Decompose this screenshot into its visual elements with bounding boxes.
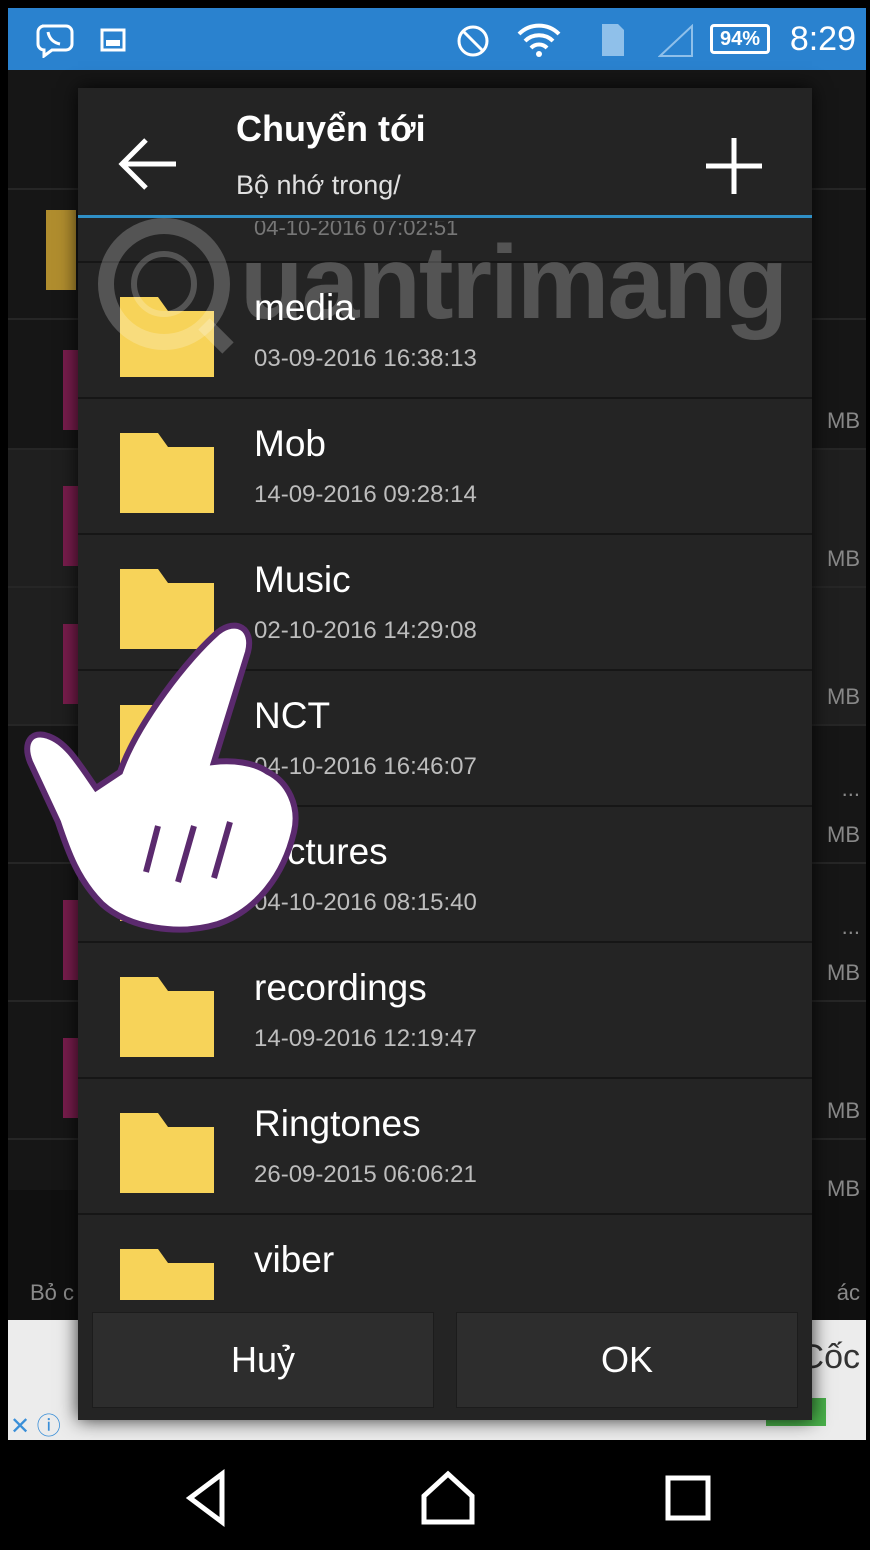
file-date: 04-10-2016 16:46:07 [254,753,477,780]
dialog-header: Chuyển tới Bộ nhớ trong/ [78,88,812,218]
file-name: viber [254,1239,335,1280]
folder-icon [120,569,214,649]
file-date: 02-10-2016 14:29:08 [254,617,477,644]
folder-icon [120,297,214,377]
folder-list[interactable]: 04-10-2016 07:02:51 media 03-09-2016 16:… [78,221,812,1301]
home-icon[interactable] [418,1468,478,1528]
status-bar: 94% 8:29 [8,8,866,70]
back-icon[interactable] [178,1468,238,1528]
file-date: 14-09-2016 09:28:14 [254,481,477,508]
navigation-bar [8,1440,866,1550]
ok-button[interactable]: OK [456,1312,798,1408]
list-item[interactable]: Mob 14-09-2016 09:28:14 [78,399,812,535]
file-date: 04-10-2016 08:15:40 [254,889,477,916]
folder-icon [120,977,214,1057]
file-name: NCT [254,695,331,736]
folder-icon [120,1249,214,1301]
folder-icon [120,705,214,785]
wifi-icon [517,23,561,57]
do-not-disturb-icon [457,25,489,57]
image-notification-icon [100,28,126,52]
list-item[interactable]: viber [78,1215,812,1301]
current-path: Bộ nhớ trong/ [236,170,401,200]
file-name: Music [254,559,351,600]
file-name: Ringtones [254,1103,421,1144]
recents-icon[interactable] [658,1468,718,1528]
new-folder-plus-icon[interactable] [704,136,764,196]
list-item[interactable]: recordings 14-09-2016 12:19:47 [78,943,812,1079]
list-item[interactable]: NCT 04-10-2016 16:46:07 [78,671,812,807]
folder-icon [120,841,214,921]
signal-icon [658,24,693,57]
move-to-dialog: Chuyển tới Bộ nhớ trong/ 04-10-2016 07:0… [78,88,812,1420]
file-name: Pictures [254,831,388,872]
file-date: 04-10-2016 07:02:51 [254,221,459,240]
back-arrow-icon[interactable] [118,136,180,192]
file-name: media [254,287,355,328]
list-item[interactable]: media 03-09-2016 16:38:13 [78,263,812,399]
list-item[interactable]: Pictures 04-10-2016 08:15:40 [78,807,812,943]
file-date: 14-09-2016 12:19:47 [254,1025,477,1052]
sim-icon [602,24,624,56]
list-item[interactable]: Ringtones 26-09-2015 06:06:21 [78,1079,812,1215]
viber-icon [36,24,74,58]
cancel-button[interactable]: Huỷ [92,1312,434,1408]
ad-close-icon[interactable]: ✕ ⓘ [10,1406,61,1440]
file-date: 26-09-2015 06:06:21 [254,1161,477,1188]
folder-icon [120,433,214,513]
clock: 8:29 [789,20,856,58]
file-name: recordings [254,967,427,1008]
file-name: Mob [254,423,326,464]
list-item[interactable]: Music 02-10-2016 14:29:08 [78,535,812,671]
dialog-title: Chuyển tới [236,108,426,149]
list-item[interactable]: 04-10-2016 07:02:51 [78,221,812,263]
dialog-footer: Huỷ OK [78,1300,812,1420]
file-date: 03-09-2016 16:38:13 [254,345,477,372]
battery-level: 94% [710,24,770,54]
folder-icon [120,1113,214,1193]
